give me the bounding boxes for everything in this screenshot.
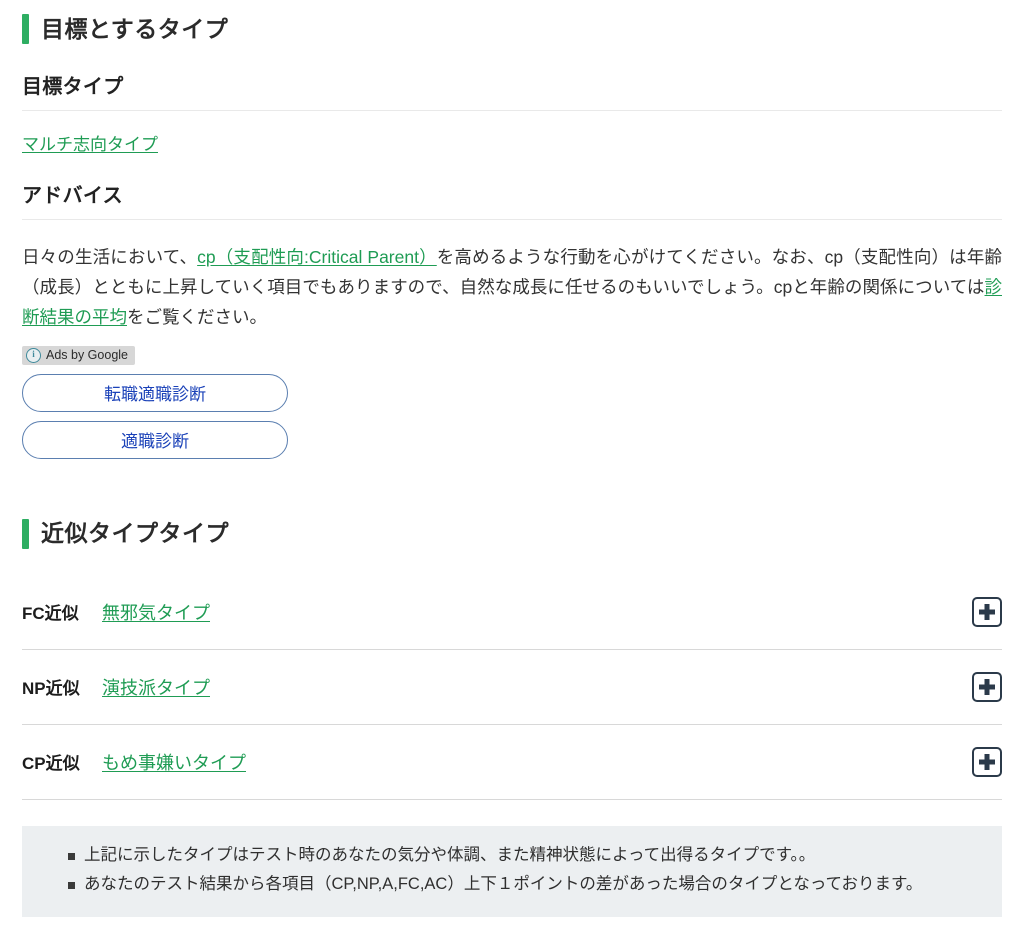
divider [22,218,1002,220]
cp-definition-link[interactable]: cp（支配性向:Critical Parent） [197,247,437,267]
ads-badge-label: Ads by Google [46,348,128,363]
table-row: FC近似 無邪気タイプ [22,575,1002,650]
similar-type-link[interactable]: 演技派タイプ [102,674,210,700]
section-title: 近似タイプタイプ [41,520,229,547]
advice-subheading: アドバイス [22,184,123,207]
similar-type-link[interactable]: 無邪気タイプ [102,599,210,625]
ad-button-aptitude[interactable]: 適職診断 [22,420,288,459]
target-type-section-heading: 目標とするタイプ [22,0,1002,48]
goal-type-link[interactable]: マルチ志向タイプ [22,135,158,154]
list-item: 上記に示したタイプはテスト時のあなたの気分や体調、また精神状態によって出得るタイ… [68,842,978,870]
notes-box: 上記に示したタイプはテスト時のあなたの気分や体調、また精神状態によって出得るタイ… [22,825,1002,918]
result-page: 目標とするタイプ 目標タイプ マルチ志向タイプ アドバイス 日々の生活において、… [0,0,1024,918]
goal-type-link-row: マルチ志向タイプ [22,133,1002,157]
ads-block: i Ads by Google 転職適職診断 適職診断 [22,344,1002,459]
green-accent-bar-icon [22,14,29,44]
similar-types-section: 近似タイプタイプ FC近似 無邪気タイプ NP近似 演技派タイプ CP近似 もめ… [22,505,1002,800]
ad-button-career-change[interactable]: 転職適職診断 [22,373,288,412]
notes-list: 上記に示したタイプはテスト時のあなたの気分や体調、また精神状態によって出得るタイ… [46,842,978,899]
divider [22,110,1002,111]
section-title: 目標とするタイプ [41,15,229,42]
info-icon[interactable]: i [26,348,41,364]
plus-icon[interactable] [972,671,1002,702]
table-row: CP近似 もめ事嫌いタイプ [22,725,1002,800]
advice-text-part3: をご覧ください。 [127,306,267,327]
similar-types-list: FC近似 無邪気タイプ NP近似 演技派タイプ CP近似 もめ事嫌いタイプ [22,575,1002,800]
similar-row-label: NP近似 [22,679,80,699]
green-accent-bar-icon [22,518,29,549]
table-row: NP近似 演技派タイプ [22,650,1002,725]
similar-row-label: CP近似 [22,754,80,774]
list-item: あなたのテスト結果から各項目（CP,NP,A,FC,AC）上下１ポイントの差があ… [68,871,978,899]
ads-by-google-badge[interactable]: i Ads by Google [22,346,135,365]
similar-row-label: FC近似 [22,604,79,624]
advice-text-part1: 日々の生活において、 [22,246,198,267]
similar-types-section-heading: 近似タイプタイプ [22,505,1002,553]
plus-icon[interactable] [972,596,1002,627]
plus-icon[interactable] [972,746,1002,777]
goal-type-subheading: 目標タイプ [22,76,124,98]
similar-type-link[interactable]: もめ事嫌いタイプ [102,749,246,775]
advice-paragraph: 日々の生活において、cp（支配性向:Critical Parent）を高めるよう… [22,242,1002,332]
